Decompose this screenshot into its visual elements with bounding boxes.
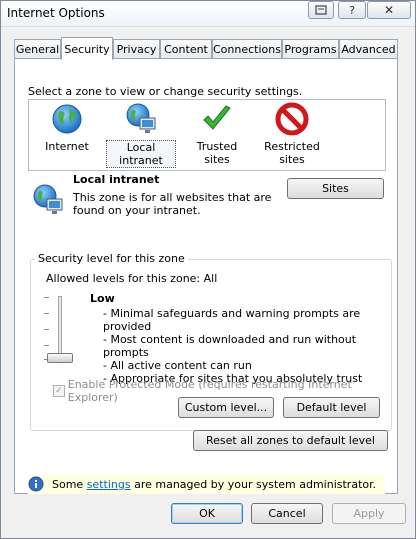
- help-button[interactable]: ?: [338, 1, 366, 19]
- close-button[interactable]: ✕: [367, 1, 411, 19]
- window-title: Internet Options: [7, 6, 105, 20]
- info-text-suffix: are managed by your system administrator…: [134, 477, 377, 491]
- level-desc-line: - Most content is downloaded and run wit…: [103, 333, 357, 359]
- custom-level-button[interactable]: Custom level...: [178, 397, 274, 418]
- globe-icon: [52, 104, 82, 134]
- zone-label-restricted-sites: Restricted sites: [264, 140, 320, 166]
- security-level-name: Low: [90, 292, 115, 305]
- admin-info-bar: Some settings are managed by your system…: [28, 474, 385, 494]
- help-pin-button[interactable]: [308, 1, 334, 19]
- zone-internet[interactable]: Internet: [40, 102, 94, 153]
- tab-programs[interactable]: Programs: [282, 39, 339, 59]
- restricted-icon: [275, 102, 309, 136]
- tab-advanced[interactable]: Advanced: [339, 39, 398, 59]
- tab-strip: General Security Privacy Content Connect…: [14, 37, 398, 60]
- zone-local-intranet[interactable]: Local intranet: [106, 102, 176, 168]
- slider-thumb[interactable]: [47, 353, 73, 363]
- title-bar: Internet Options ? ✕: [1, 1, 415, 27]
- cancel-button[interactable]: Cancel: [251, 503, 323, 524]
- selected-zone-title: Local intranet: [73, 173, 160, 186]
- allowed-levels-label: Allowed levels for this zone: All: [46, 272, 218, 285]
- settings-link[interactable]: settings: [87, 478, 131, 491]
- internet-options-window: Internet Options ? ✕ General Security Pr…: [0, 0, 416, 539]
- zone-trusted-sites[interactable]: Trusted sites: [184, 102, 250, 166]
- default-level-button[interactable]: Default level: [283, 397, 380, 418]
- slider-tick: [44, 313, 49, 314]
- zone-restricted-sites[interactable]: Restricted sites: [261, 102, 323, 166]
- intranet-icon: [126, 103, 156, 133]
- security-tab-panel: Select a zone to view or change security…: [14, 58, 398, 494]
- info-icon: [28, 476, 44, 492]
- selected-zone-description: This zone is for all websites that are f…: [73, 191, 272, 217]
- checkmark-icon: [203, 105, 231, 130]
- level-desc-line: - Minimal safeguards and warning prompts…: [103, 307, 361, 333]
- zone-label-internet: Internet: [45, 140, 89, 153]
- zone-prompt: Select a zone to view or change security…: [28, 85, 303, 98]
- zone-label-local-intranet: Local intranet: [106, 140, 176, 168]
- zone-list: Internet Local intranet Trusted sites Re…: [28, 99, 386, 171]
- tab-connections[interactable]: Connections: [212, 39, 282, 59]
- protected-mode-checkbox: ✓: [53, 385, 65, 397]
- tab-security[interactable]: Security: [61, 37, 113, 60]
- apply-button[interactable]: Apply: [332, 503, 406, 524]
- help-pin-icon: [315, 5, 327, 15]
- slider-tick: [44, 345, 49, 346]
- slider-tick: [44, 329, 49, 330]
- sites-button[interactable]: Sites: [287, 178, 384, 199]
- security-level-description: - Minimal safeguards and warning prompts…: [103, 307, 397, 385]
- security-level-legend: Security level for this zone: [35, 252, 188, 265]
- tab-privacy[interactable]: Privacy: [113, 39, 160, 59]
- tab-content[interactable]: Content: [160, 39, 212, 59]
- slider-tick: [44, 297, 49, 298]
- reset-all-zones-button[interactable]: Reset all zones to default level: [193, 430, 388, 451]
- tab-general[interactable]: General: [14, 39, 61, 59]
- level-desc-line: - All active content can run: [103, 359, 252, 372]
- zone-label-trusted-sites: Trusted sites: [196, 140, 238, 166]
- ok-button[interactable]: OK: [171, 503, 243, 524]
- info-text-prefix: Some: [52, 477, 84, 491]
- intranet-icon: [33, 184, 63, 214]
